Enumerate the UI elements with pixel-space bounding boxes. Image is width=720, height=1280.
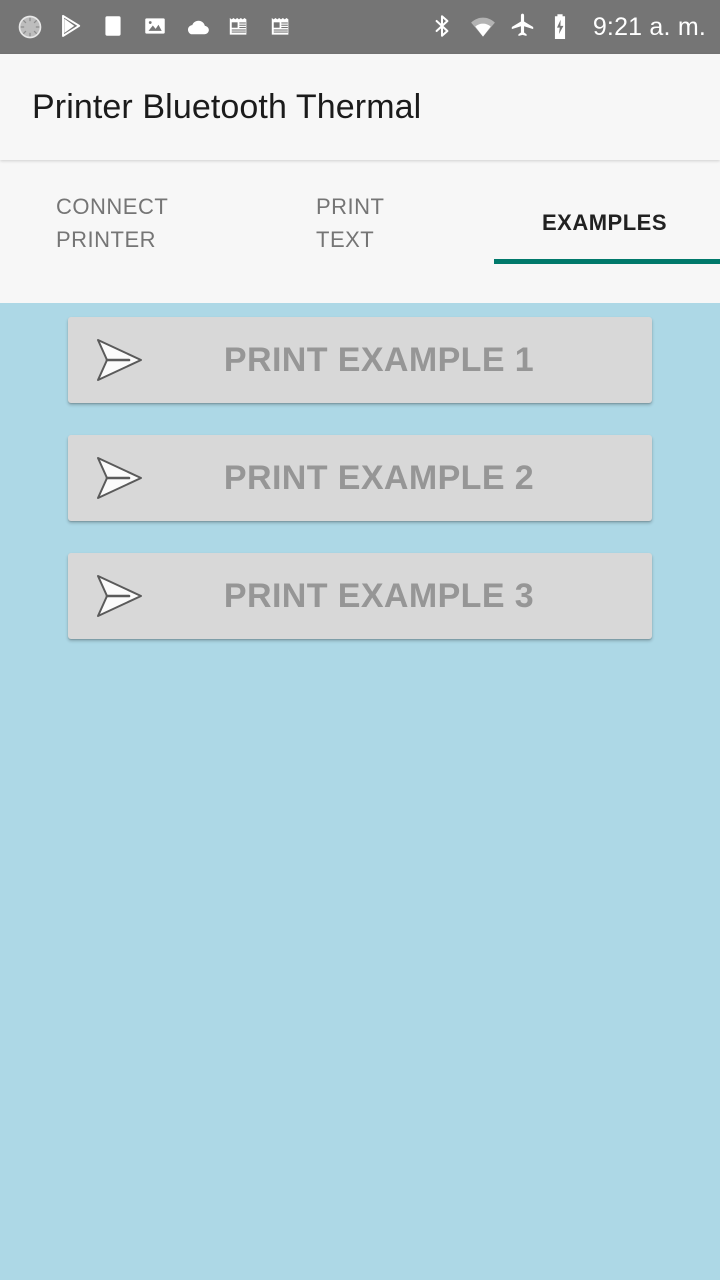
sync-progress-icon (16, 13, 44, 41)
tab-connect-printer[interactable]: CONNECT PRINTER (0, 160, 234, 303)
app-bar: Printer Bluetooth Thermal (0, 54, 720, 160)
status-bar: 9:21 a. m. (0, 0, 720, 54)
tab-examples[interactable]: EXAMPLES (494, 160, 720, 303)
page-title: Printer Bluetooth Thermal (32, 87, 422, 126)
tab-examples-label: EXAMPLES (542, 210, 668, 235)
print-example-2-button[interactable]: PRINT EXAMPLE 2 (68, 435, 652, 521)
tab-active-indicator (494, 259, 720, 264)
image-icon (142, 13, 170, 41)
tab-print-text-label: PRINT TEXT (316, 193, 385, 252)
airplane-mode-icon (509, 13, 537, 41)
status-bar-notification-icons (16, 13, 296, 41)
print-example-3-button[interactable]: PRINT EXAMPLE 3 (68, 553, 652, 639)
battery-charging-icon (549, 13, 577, 41)
status-bar-clock: 9:21 a. m. (592, 12, 706, 41)
print-example-2-label: PRINT EXAMPLE 2 (223, 458, 535, 497)
receipt-icon-2 (268, 13, 296, 41)
receipt-icon-1 (226, 13, 254, 41)
print-example-1-button[interactable]: PRINT EXAMPLE 1 (68, 317, 652, 403)
tab-bar: CONNECT PRINTER PRINT TEXT EXAMPLES (0, 160, 720, 303)
tab-connect-printer-label: CONNECT PRINTER (56, 193, 169, 252)
example-buttons-list: PRINT EXAMPLE 1 PRINT EXAMPLE 2 PRINT EX… (0, 317, 720, 639)
play-store-icon (58, 13, 86, 41)
white-square-icon (100, 13, 128, 41)
print-example-3-label: PRINT EXAMPLE 3 (223, 576, 535, 615)
wifi-icon (469, 13, 497, 41)
phone-screen: 9:21 a. m. Printer Bluetooth Thermal CON… (0, 0, 720, 1280)
status-bar-system-icons: 9:21 a. m. (429, 13, 706, 42)
print-example-1-label: PRINT EXAMPLE 1 (223, 340, 535, 379)
send-icon (90, 452, 148, 504)
send-icon (90, 570, 148, 622)
tab-print-text[interactable]: PRINT TEXT (234, 160, 494, 303)
send-icon (90, 334, 148, 386)
cloud-icon (184, 13, 212, 41)
examples-tab-content: PRINT EXAMPLE 1 PRINT EXAMPLE 2 PRINT EX… (0, 303, 720, 1280)
bluetooth-icon (429, 13, 457, 41)
